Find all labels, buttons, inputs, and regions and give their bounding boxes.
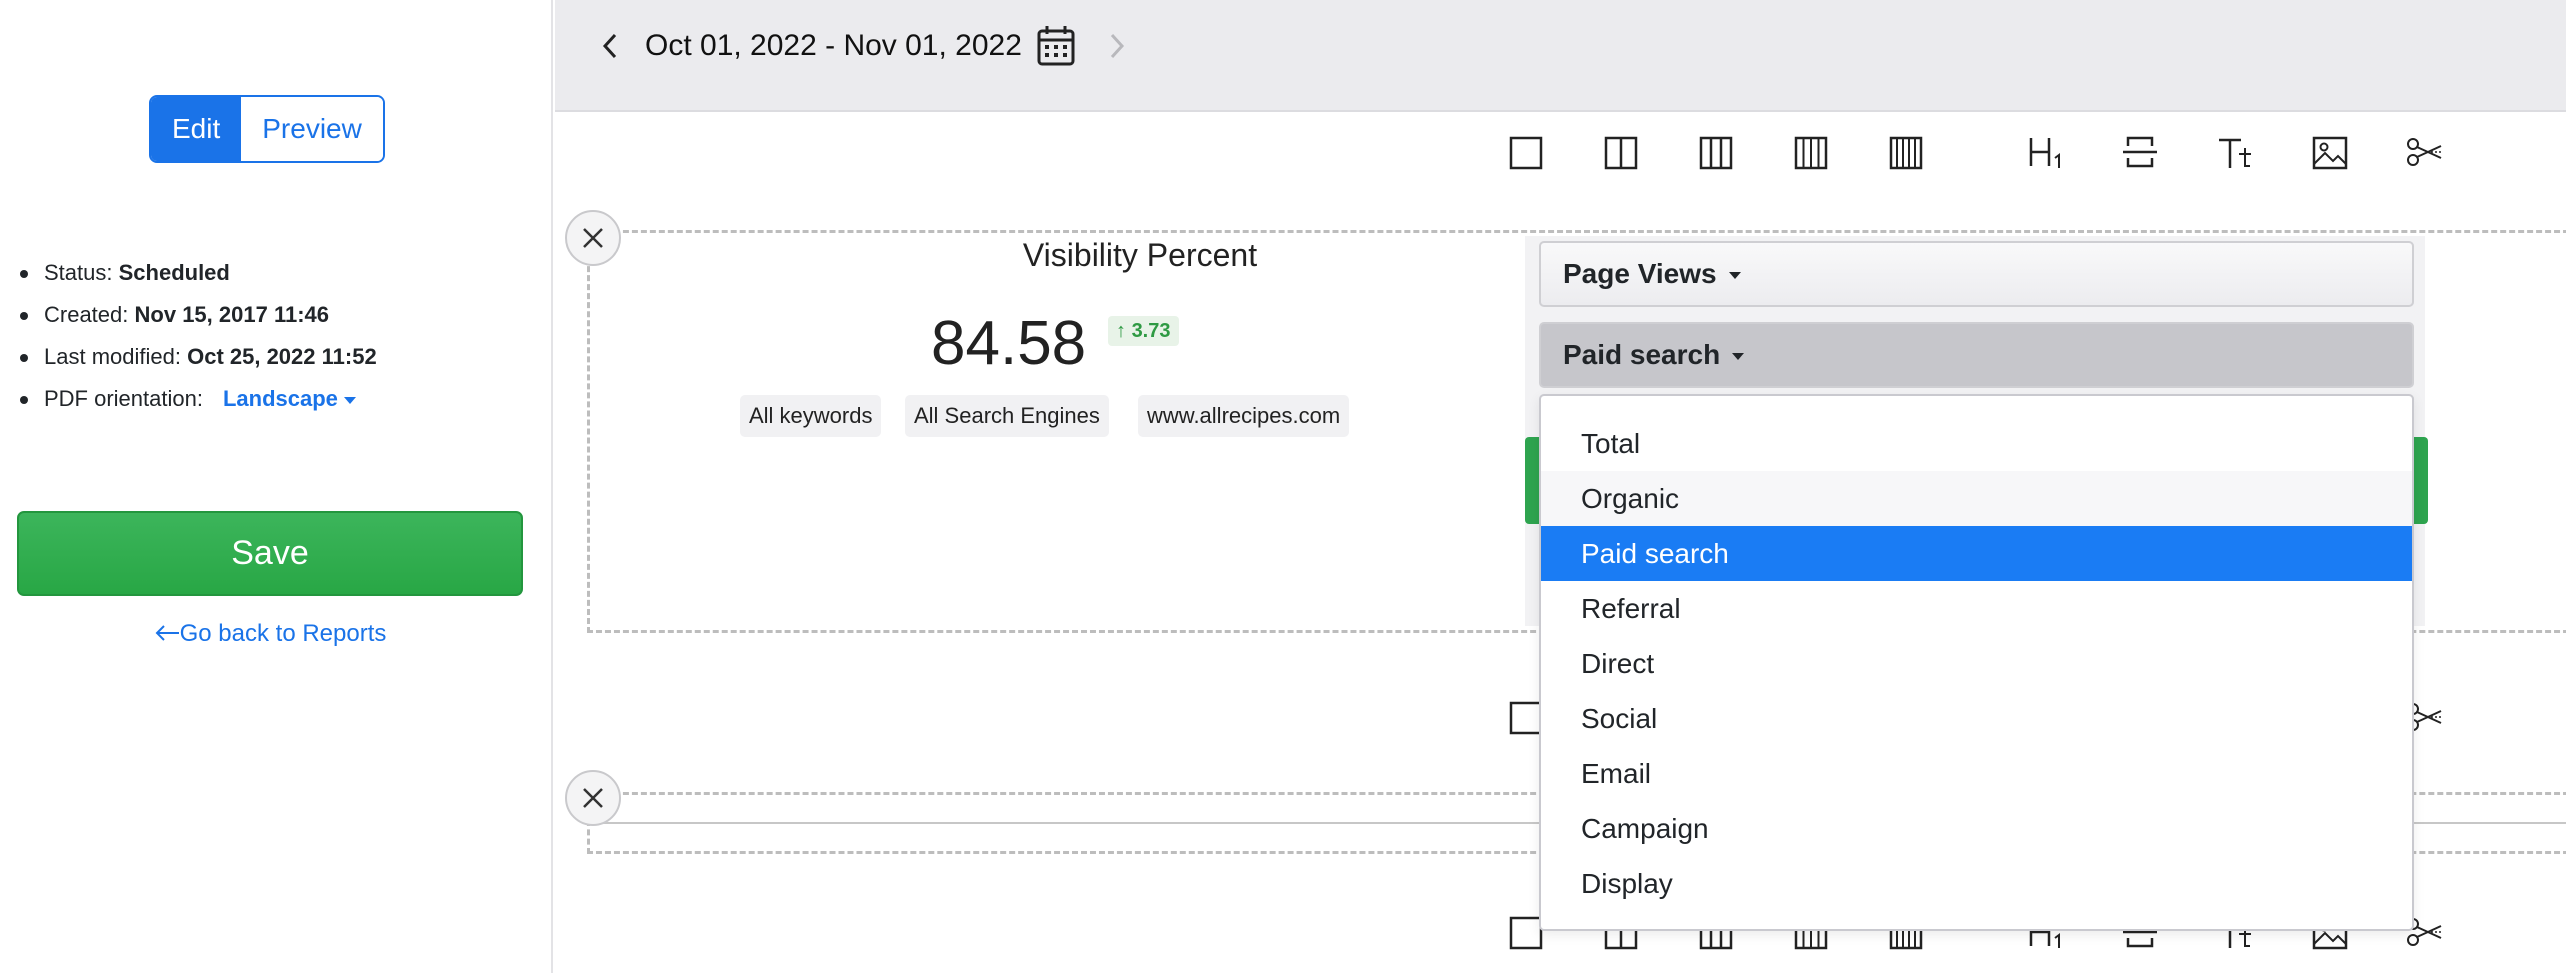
widget-value: 84.58 [931, 309, 1087, 378]
text-icon[interactable] [2215, 132, 2255, 172]
preview-button[interactable]: Preview [241, 97, 383, 161]
sidebar: Edit Preview Status: Scheduled Created: … [0, 0, 553, 973]
menu-item-referral[interactable]: Referral [1541, 581, 2412, 636]
delta-value: 3.73 [1131, 320, 1171, 342]
menu-item-total[interactable]: Total [1541, 416, 2412, 471]
chevron-right-icon[interactable] [1102, 26, 1132, 66]
chevron-down-icon [1732, 353, 1745, 361]
layout-3-col-icon[interactable] [1697, 132, 1737, 172]
filter-chip-keywords: All keywords [740, 395, 882, 437]
scissors-icon[interactable] [2405, 132, 2445, 172]
orientation-value: Landscape [222, 386, 338, 411]
layout-1-col-icon[interactable] [1507, 132, 1547, 172]
layout-2-col-icon[interactable] [1602, 132, 1642, 172]
date-bar: Oct 01, 2022 - Nov 01, 2022 [555, 0, 2566, 112]
close-icon [583, 228, 603, 248]
date-range: Oct 01, 2022 - Nov 01, 2022 [645, 29, 1022, 62]
modified-label: Last modified: [44, 344, 181, 369]
source-dropdown-label: Paid search [1563, 339, 1721, 370]
filter-chip-domain: www.allrecipes.com [1138, 395, 1350, 437]
menu-item-social[interactable]: Social [1541, 691, 2412, 746]
menu-item-email[interactable]: Email [1541, 746, 2412, 801]
modified-value: Oct 25, 2022 11:52 [187, 344, 377, 369]
widget-title: Visibility Percent [1022, 237, 1258, 273]
layout-5-col-icon[interactable] [1887, 132, 1927, 172]
remove-section-button[interactable] [565, 210, 621, 266]
edit-button[interactable]: Edit [151, 97, 242, 161]
status-label: Status: [44, 260, 113, 285]
orientation-dropdown[interactable]: Landscape [223, 386, 356, 411]
menu-item-campaign[interactable]: Campaign [1541, 801, 2412, 856]
filter-chip-engines: All Search Engines [905, 395, 1109, 437]
heading-icon[interactable] [2025, 132, 2065, 172]
chevron-down-icon [343, 396, 356, 404]
close-icon [583, 788, 603, 808]
status-item: Status: Scheduled [18, 252, 377, 294]
metric-dropdown[interactable]: Page Views [1539, 241, 2414, 307]
calendar-icon[interactable] [1036, 24, 1076, 68]
orientation-item: PDF orientation: Landscape [18, 378, 377, 420]
metric-dropdown-label: Page Views [1563, 258, 1717, 289]
back-to-reports-link[interactable]: Go back to Reports [0, 620, 540, 648]
remove-section-button[interactable] [565, 770, 621, 826]
status-value: Scheduled [118, 260, 230, 285]
chevron-left-icon[interactable] [595, 26, 625, 66]
chevron-down-icon [1728, 272, 1741, 280]
menu-item-direct[interactable]: Direct [1541, 636, 2412, 691]
layout-4-col-icon[interactable] [1792, 132, 1832, 172]
page-break-icon[interactable] [2120, 132, 2160, 172]
arrow-up-icon: ↑ [1116, 320, 1126, 342]
source-dropdown-menu: Total Organic Paid search Referral Direc… [1539, 394, 2414, 931]
source-dropdown[interactable]: Paid search [1539, 322, 2414, 388]
orientation-label: PDF orientation: [44, 386, 203, 411]
delta-badge: ↑ 3.73 [1108, 316, 1179, 346]
created-item: Created: Nov 15, 2017 11:46 [18, 294, 377, 336]
arrow-left-icon [155, 625, 179, 641]
menu-item-paid-search[interactable]: Paid search [1541, 526, 2412, 581]
created-value: Nov 15, 2017 11:46 [134, 302, 329, 327]
created-label: Created: [44, 302, 129, 327]
report-canvas: Visibility Percent 84.58 ↑ 3.73 All keyw… [555, 112, 2566, 973]
menu-item-display[interactable]: Display [1541, 856, 2412, 911]
save-button[interactable]: Save [17, 511, 523, 596]
section-toolbar-top [555, 132, 2566, 182]
mode-toggle: Edit Preview [149, 95, 385, 163]
menu-item-organic[interactable]: Organic [1541, 471, 2412, 526]
report-meta-list: Status: Scheduled Created: Nov 15, 2017 … [18, 252, 377, 420]
image-icon[interactable] [2310, 132, 2350, 172]
modified-item: Last modified: Oct 25, 2022 11:52 [18, 336, 377, 378]
back-link-label: Go back to Reports [179, 620, 387, 647]
